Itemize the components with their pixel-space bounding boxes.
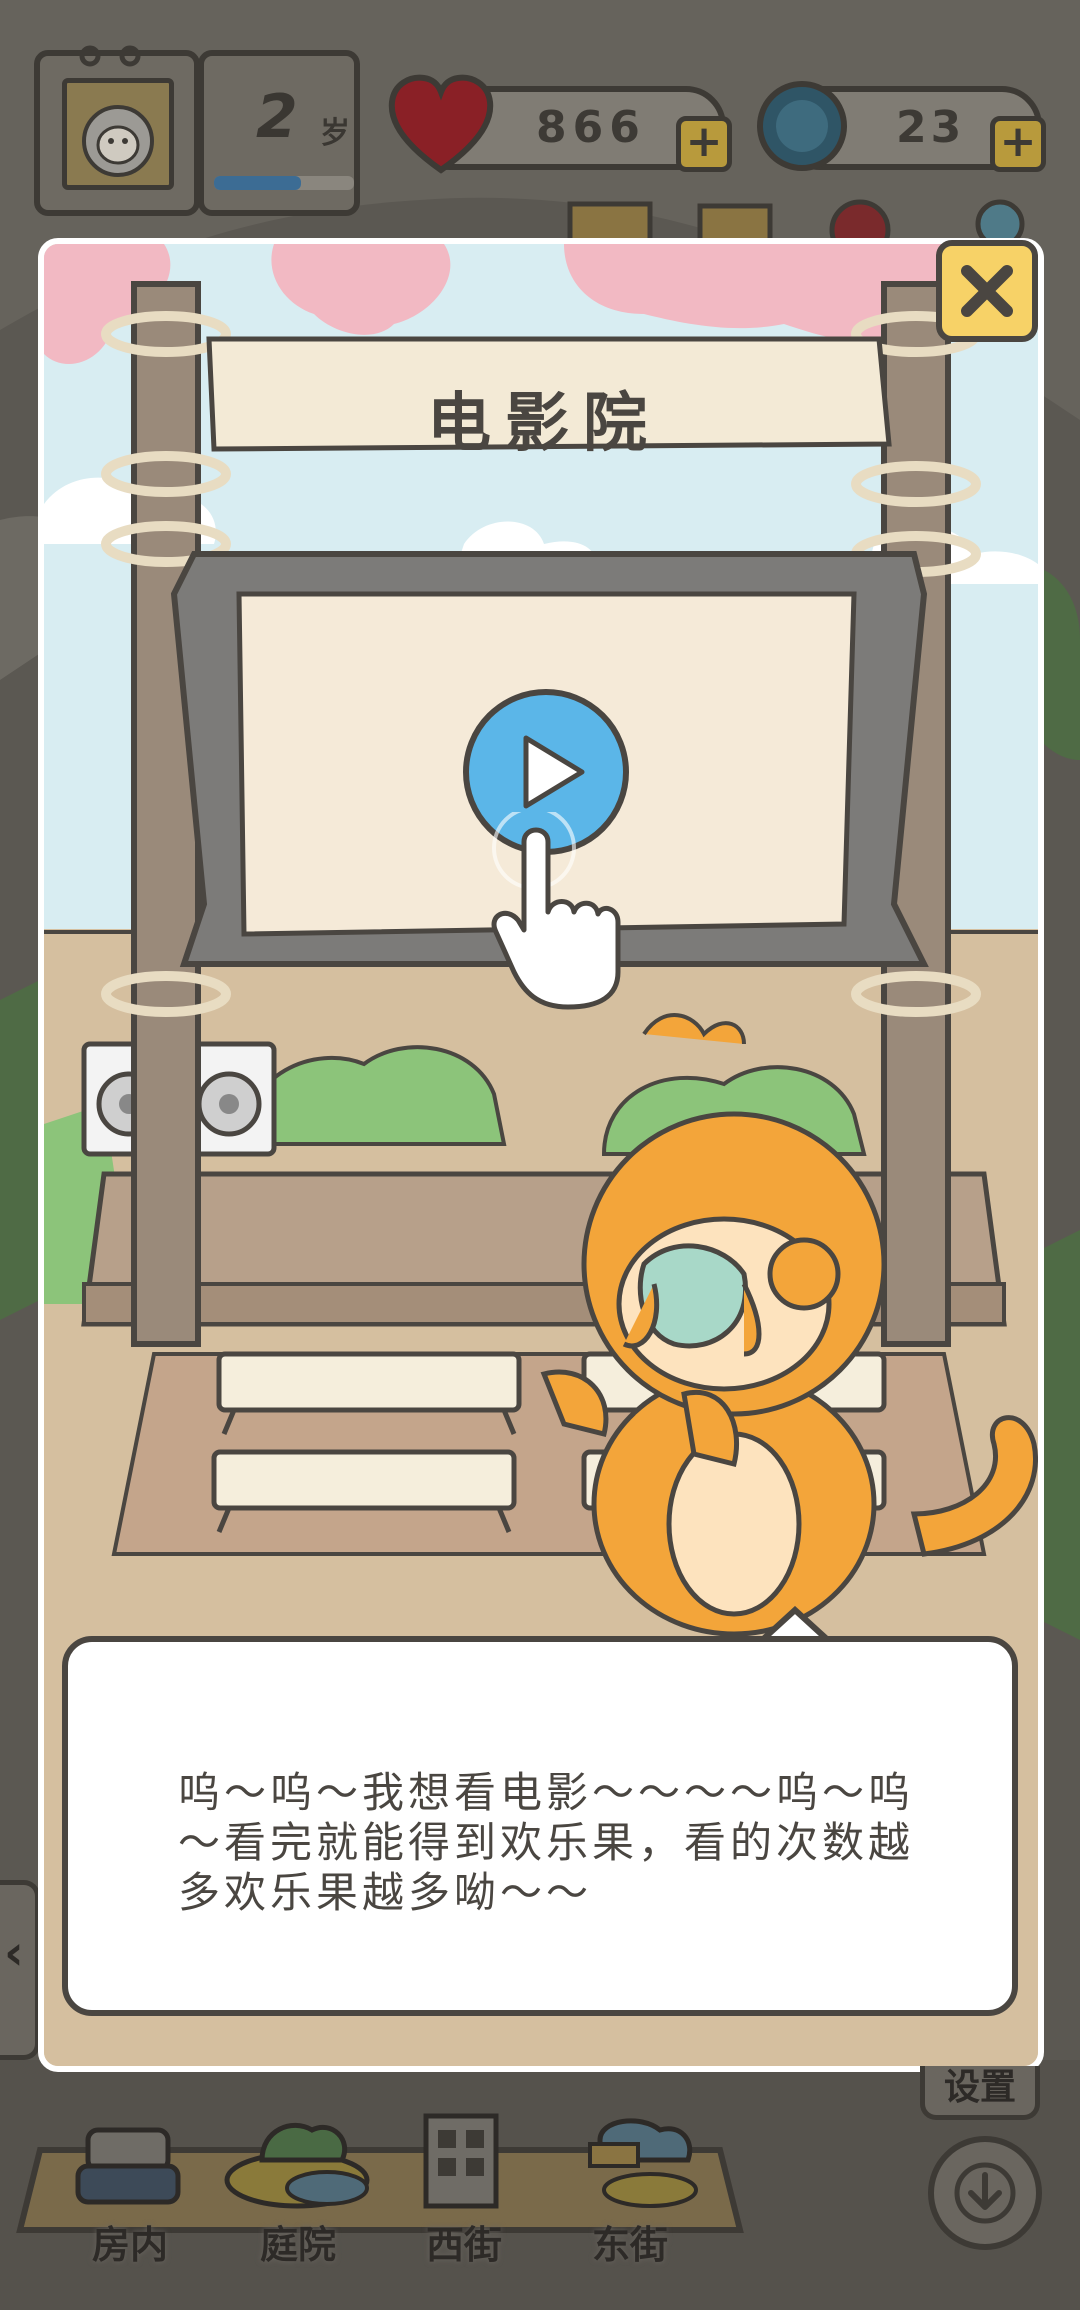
yard-icon — [224, 2123, 370, 2209]
settings-label: 设置 — [943, 2067, 1016, 2108]
avatar — [62, 78, 174, 190]
dialog-bubble: 呜～呜～我想看电影～～～～呜～呜～看完就能得到欢乐果，看的次数越多欢乐果越多呦～… — [62, 1636, 1018, 2016]
bottom-nav: 房内 庭院 西街 东街 — [30, 2100, 750, 2280]
cinema-title: 电影院 — [427, 386, 661, 461]
close-button[interactable] — [936, 240, 1038, 342]
west-street-icon — [423, 2113, 499, 2209]
add-hearts-button[interactable]: + — [676, 116, 732, 172]
nav-item-west-street[interactable]: 西街 — [386, 2100, 536, 2270]
age-value: 2 — [256, 82, 298, 152]
nav-item-west-street-label: 西街 — [426, 2223, 503, 2267]
binder-rings-icon — [79, 45, 141, 67]
nav-item-room[interactable]: 房内 — [54, 2100, 204, 2270]
add-coins-button[interactable]: + — [990, 116, 1046, 172]
nav-item-yard[interactable]: 庭院 — [210, 2100, 380, 2270]
east-street-icon — [588, 2118, 698, 2208]
age-progress-bar — [214, 176, 354, 190]
coin-icon — [757, 81, 847, 171]
dialog-text: 呜～呜～我想看电影～～～～呜～呜～看完就能得到欢乐果，看的次数越多欢乐果越多呦～… — [178, 1768, 915, 1917]
avatar-card[interactable] — [34, 45, 200, 216]
room-icon — [75, 2127, 181, 2205]
age-progress-fill — [214, 176, 301, 190]
nav-item-east-street[interactable]: 东街 — [550, 2100, 720, 2270]
heart-icon — [388, 74, 494, 174]
monkey-avatar-icon — [82, 105, 154, 177]
coins-value: 23 — [896, 102, 966, 153]
download-icon — [954, 2162, 1016, 2224]
close-icon — [961, 265, 1013, 317]
age-unit: 岁 — [320, 116, 350, 151]
hearts-value: 866 — [536, 102, 646, 153]
hand-pointer-icon — [491, 812, 621, 1010]
chevron-left-icon: ‹ — [4, 1925, 24, 1981]
age-card[interactable]: 2 岁 — [198, 50, 360, 216]
back-button[interactable]: ‹ — [0, 1880, 40, 2060]
download-button[interactable] — [928, 2136, 1042, 2250]
nav-item-room-label: 房内 — [92, 2223, 169, 2267]
nav-item-east-street-label: 东街 — [592, 2223, 669, 2267]
nav-item-yard-label: 庭院 — [260, 2223, 337, 2267]
settings-button[interactable]: 设置 — [920, 2066, 1040, 2120]
